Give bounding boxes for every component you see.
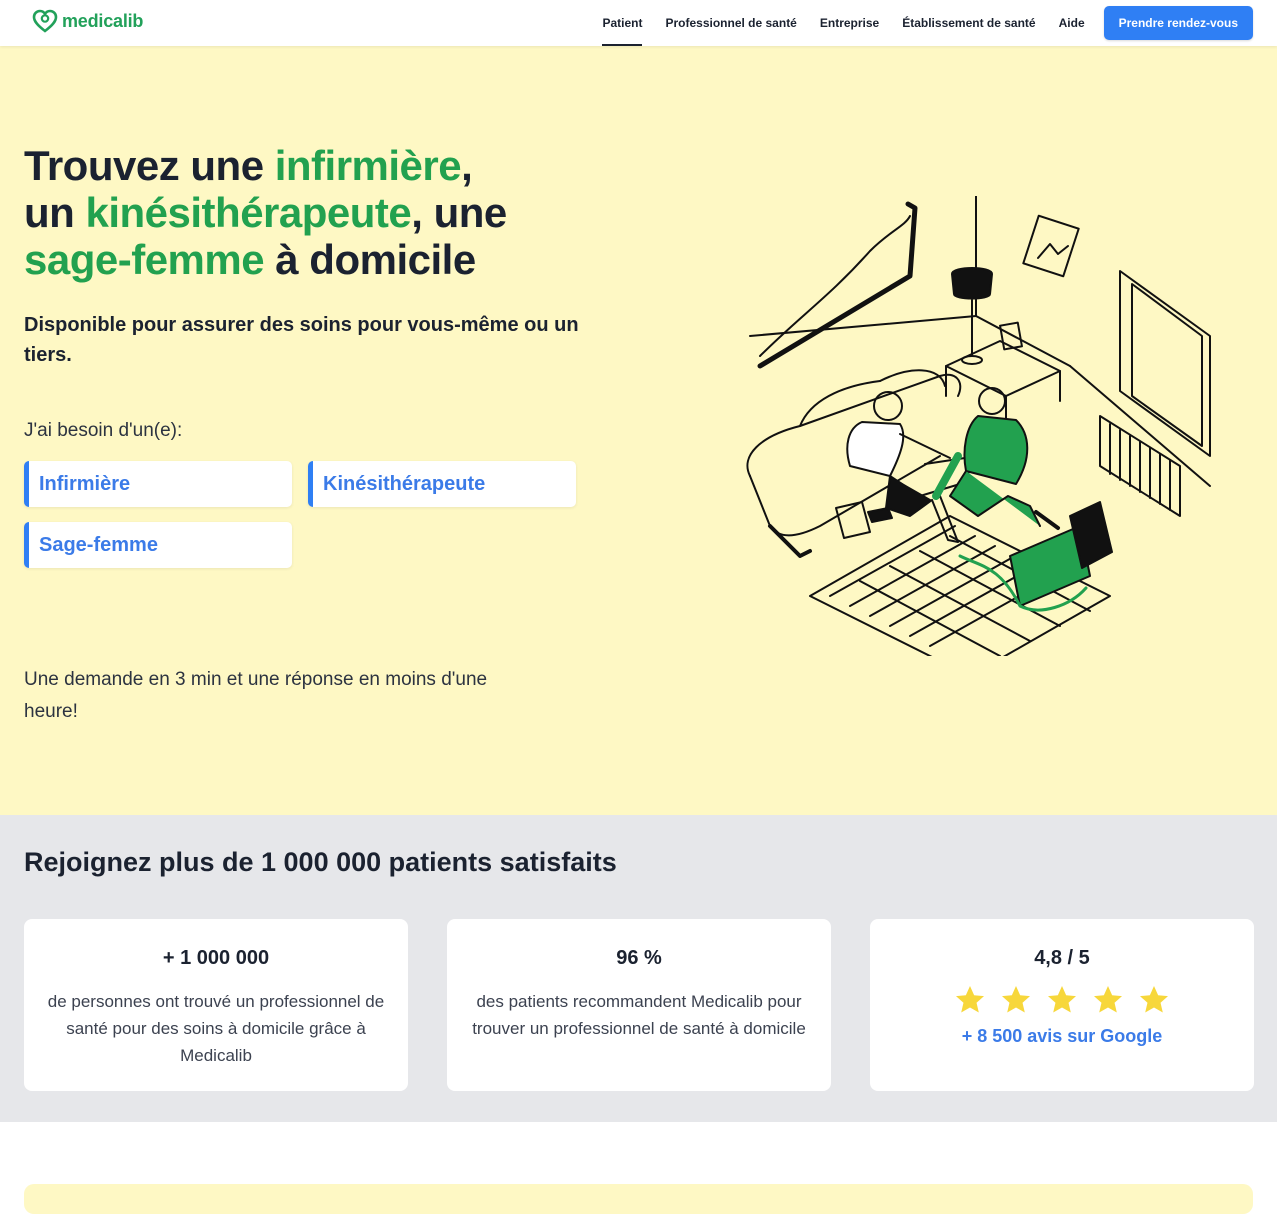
- nav-entreprise[interactable]: Entreprise: [820, 0, 879, 46]
- star-icon: [1048, 986, 1076, 1013]
- google-reviews-link[interactable]: + 8 500 avis sur Google: [870, 1026, 1254, 1047]
- star-icon: [1002, 986, 1030, 1013]
- star-icon: [1094, 986, 1122, 1013]
- stat-description: des patients recommandent Medicalib pour…: [472, 992, 806, 1038]
- need-label: J'ai besoin d'un(e):: [24, 420, 183, 441]
- rating-stars: [870, 984, 1254, 1016]
- choice-kinesitherapeute-button[interactable]: Kinésithérapeute: [308, 461, 576, 507]
- home-care-illustration: [746, 196, 1211, 656]
- hero-subtitle: Disponible pour assurer des soins pour v…: [24, 314, 579, 366]
- hero-title-text: à domicile: [264, 236, 476, 283]
- hero-title: Trouvez une infirmière, un kinésithérape…: [24, 142, 624, 283]
- next-section-banner: [24, 1184, 1253, 1214]
- choice-sage-femme-button[interactable]: Sage-femme: [24, 522, 292, 568]
- nav-aide[interactable]: Aide: [1059, 0, 1085, 46]
- stat-number: 4,8 / 5: [1034, 947, 1090, 969]
- star-icon: [956, 986, 984, 1013]
- stat-number: + 1 000 000: [162, 947, 270, 969]
- stat-card-rating: 4,8 / 5 + 8 500 avis sur Google: [870, 919, 1254, 1091]
- site-header: medicalib Patient Professionnel de santé…: [0, 0, 1277, 46]
- hero-title-text: Trouvez une: [24, 142, 275, 189]
- stat-description: de personnes ont trouvé un professionnel…: [47, 992, 385, 1065]
- hero-section: Trouvez une infirmière, un kinésithérape…: [0, 46, 1277, 815]
- main-nav: Patient Professionnel de santé Entrepris…: [579, 0, 1253, 46]
- stat-card-recommend: 96 % des patients recommandent Medicalib…: [447, 919, 831, 1091]
- stats-section: Rejoignez plus de 1 000 000 patients sat…: [0, 815, 1277, 1122]
- book-appointment-button[interactable]: Prendre rendez-vous: [1103, 6, 1253, 40]
- logo-text: medicalib: [62, 10, 144, 31]
- stats-title: Rejoignez plus de 1 000 000 patients sat…: [24, 847, 617, 877]
- hero-title-highlight-sage-femme: sage-femme: [24, 236, 265, 283]
- nav-patient[interactable]: Patient: [602, 0, 643, 46]
- heart-pin-icon: [32, 9, 58, 33]
- stat-number: 96 %: [616, 947, 662, 969]
- hero-title-text: ,: [461, 142, 473, 189]
- star-icon: [1140, 986, 1168, 1013]
- choice-infirmiere-button[interactable]: Infirmière: [24, 461, 292, 507]
- hero-title-highlight-infirmiere: infirmière: [274, 142, 462, 189]
- nav-etablissement-de-sante[interactable]: Établissement de santé: [902, 0, 1035, 46]
- hero-title-text: , une: [411, 189, 507, 236]
- stat-card-users: + 1 000 000 de personnes ont trouvé un p…: [24, 919, 408, 1091]
- hero-footer-text: Une demande en 3 min et une réponse en m…: [24, 669, 488, 722]
- medicalib-logo[interactable]: medicalib: [32, 9, 143, 33]
- hero-title-text: un: [24, 189, 86, 236]
- hero-title-highlight-kine: kinésithérapeute: [85, 189, 412, 236]
- nav-professionnel-de-sante[interactable]: Professionnel de santé: [665, 0, 796, 46]
